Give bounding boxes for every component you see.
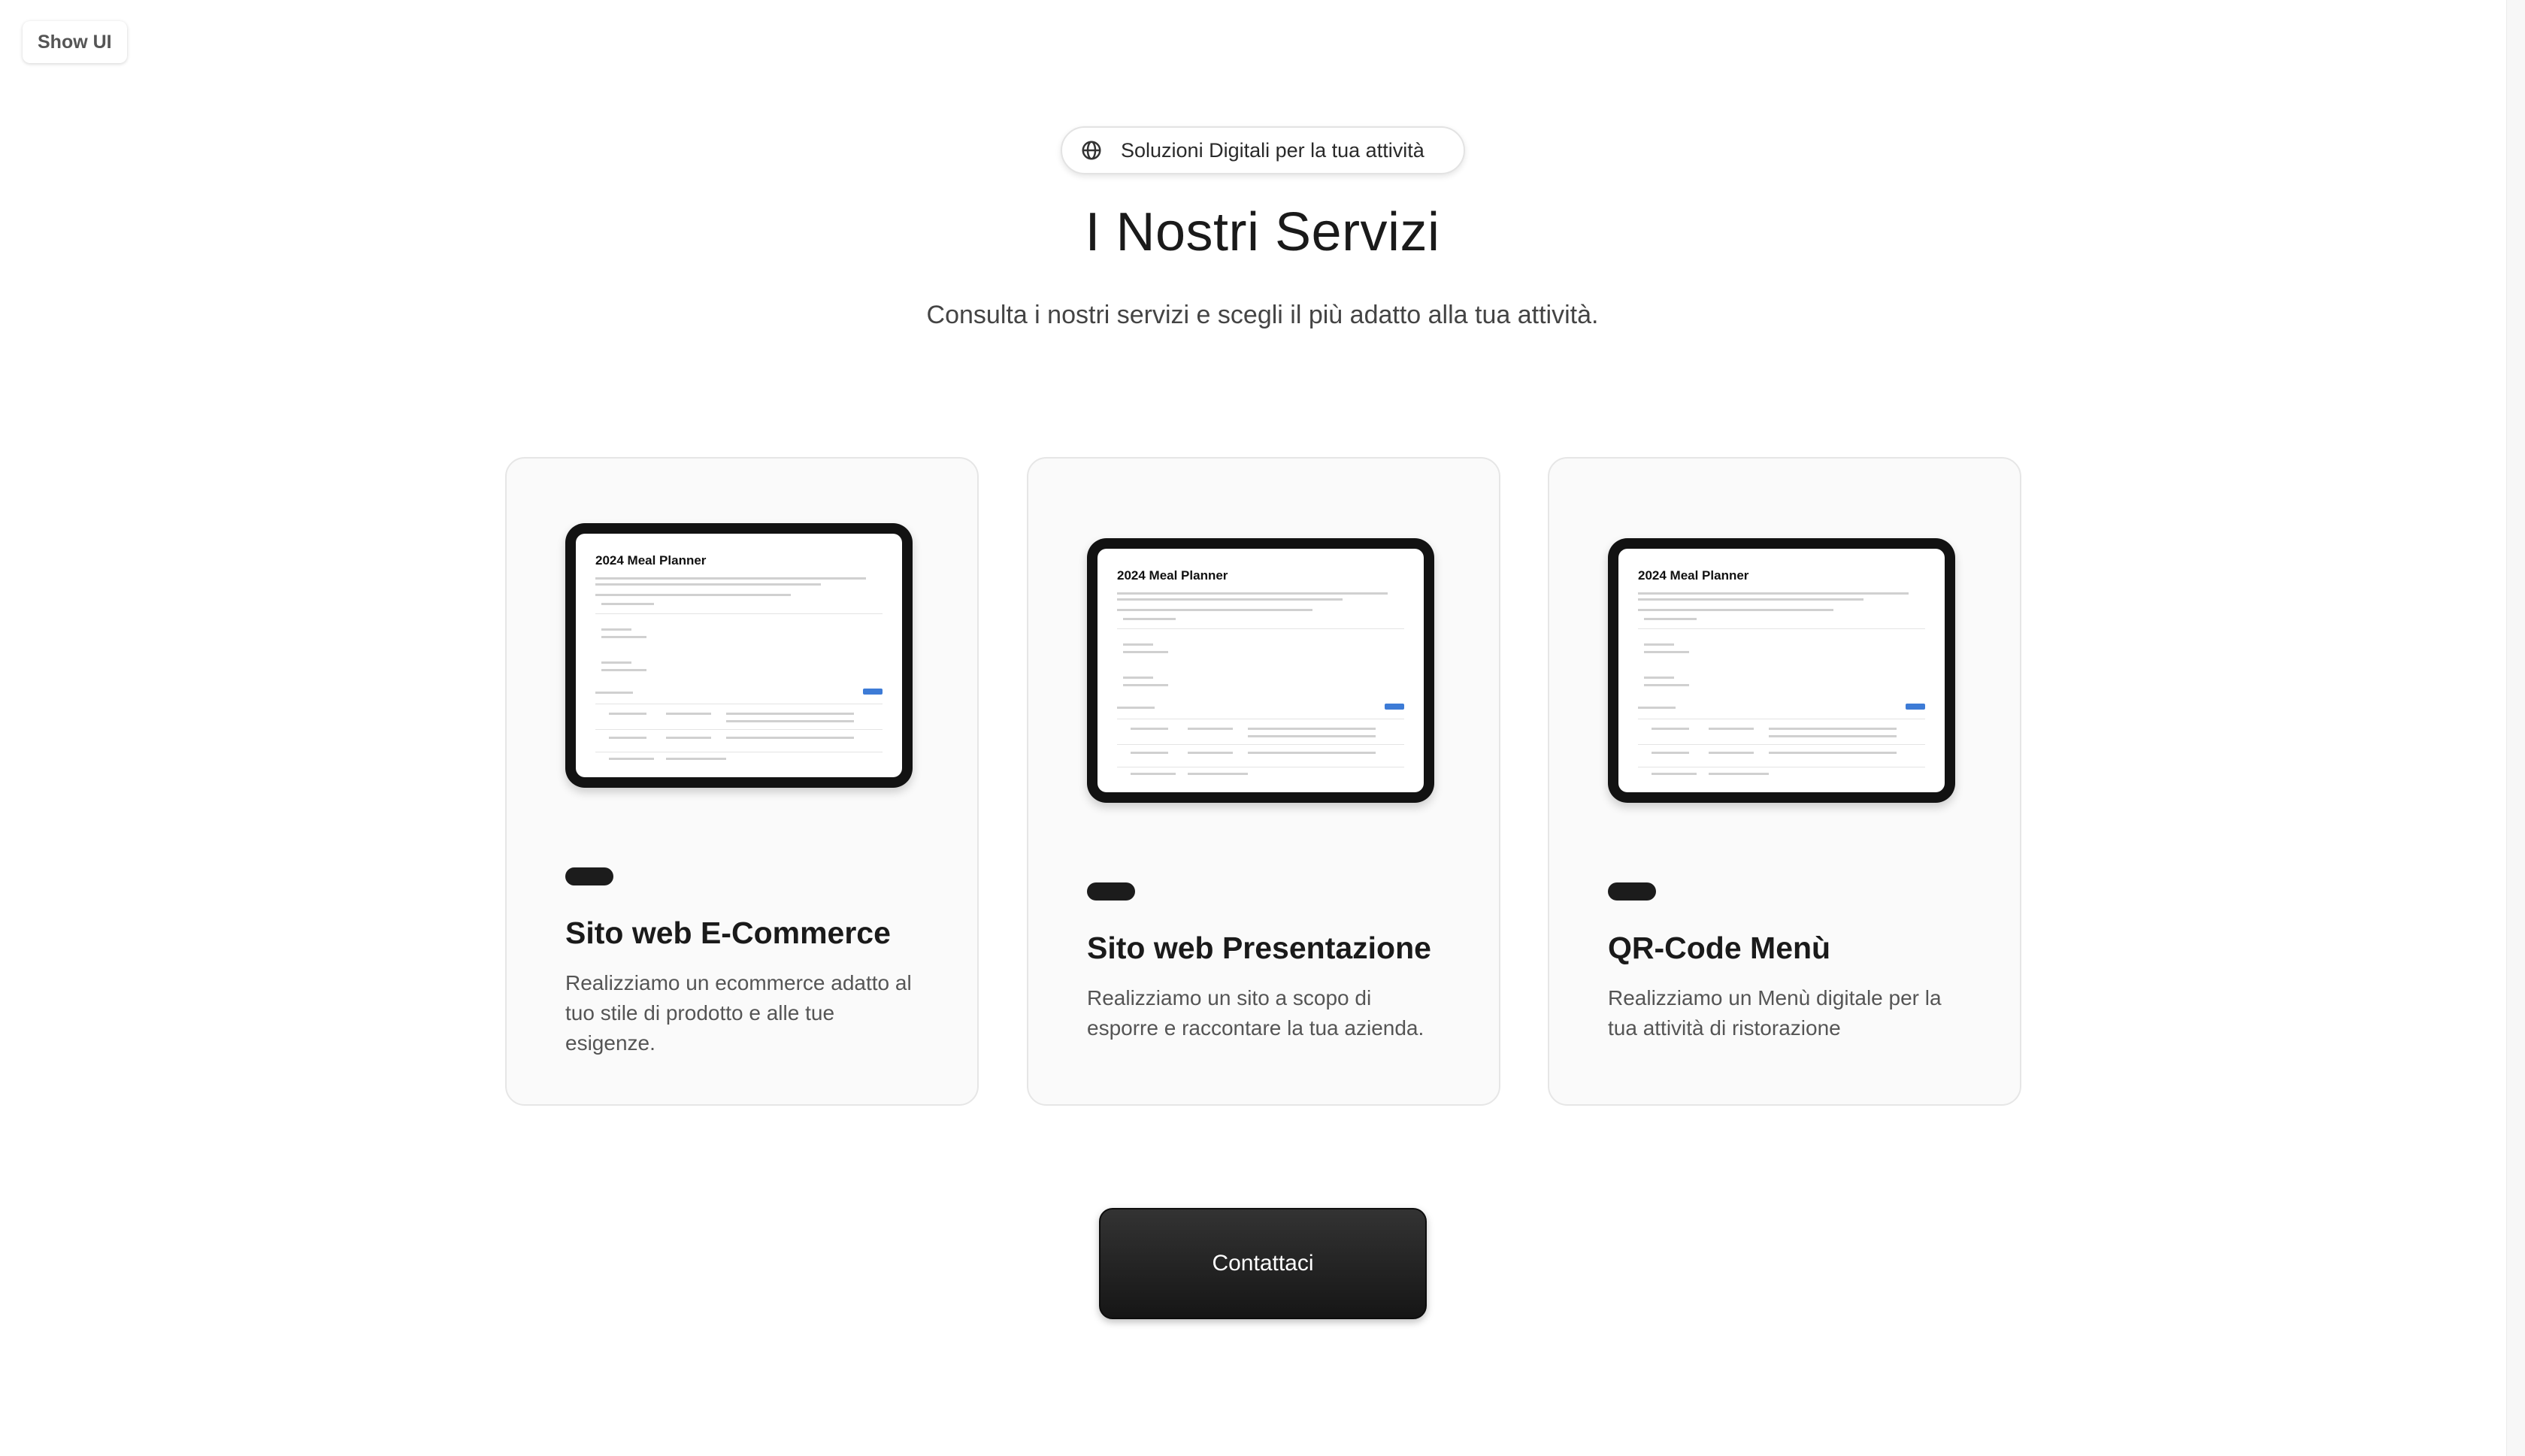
- service-title: Sito web Presentazione: [1087, 931, 1431, 965]
- service-title: QR-Code Menù: [1608, 931, 1831, 965]
- service-image: 2024 Meal Planner: [1087, 538, 1434, 803]
- service-description: Realizziamo un Menù digitale per la tua …: [1608, 986, 1942, 1040]
- tablet-screen: 2024 Meal Planner: [1618, 549, 1945, 792]
- tablet-screen-title: 2024 Meal Planner: [595, 553, 707, 568]
- tablet-screen-title: 2024 Meal Planner: [1117, 568, 1228, 583]
- tablet-screen-title: 2024 Meal Planner: [1638, 568, 1749, 583]
- page: Show UI Soluzioni Digitali per la tua at…: [0, 0, 2525, 1456]
- hero-badge: Soluzioni Digitali per la tua attività: [1061, 126, 1465, 174]
- service-card-ecommerce[interactable]: 2024 Meal Planner Sito web E-Commerce Re…: [505, 457, 979, 1106]
- service-description: Realizziamo un ecommerce adatto al tuo s…: [565, 971, 912, 1055]
- show-ui-button[interactable]: Show UI: [23, 21, 127, 63]
- service-card-presentazione[interactable]: 2024 Meal Planner Sito web Presentazione…: [1027, 457, 1500, 1106]
- service-image: 2024 Meal Planner: [565, 523, 913, 788]
- service-description: Realizziamo un sito a scopo di esporre e…: [1087, 986, 1424, 1040]
- page-title: I Nostri Servizi: [1085, 202, 1440, 262]
- service-tag: [565, 867, 613, 885]
- hero-badge-text: Soluzioni Digitali per la tua attività: [1121, 138, 1424, 162]
- service-image: 2024 Meal Planner: [1608, 538, 1955, 803]
- globe-icon: [1082, 141, 1101, 160]
- service-tag: [1087, 882, 1135, 901]
- service-card-qr-menu[interactable]: 2024 Meal Planner QR-Code Menù Realizzia…: [1548, 457, 2021, 1106]
- service-title: Sito web E-Commerce: [565, 916, 891, 950]
- service-tag: [1608, 882, 1656, 901]
- tablet-screen: 2024 Meal Planner: [576, 534, 902, 777]
- page-subtitle: Consulta i nostri servizi e scegli il pi…: [926, 301, 1599, 329]
- tablet-screen: 2024 Meal Planner: [1097, 549, 1424, 792]
- contact-button[interactable]: Contattaci: [1099, 1208, 1427, 1319]
